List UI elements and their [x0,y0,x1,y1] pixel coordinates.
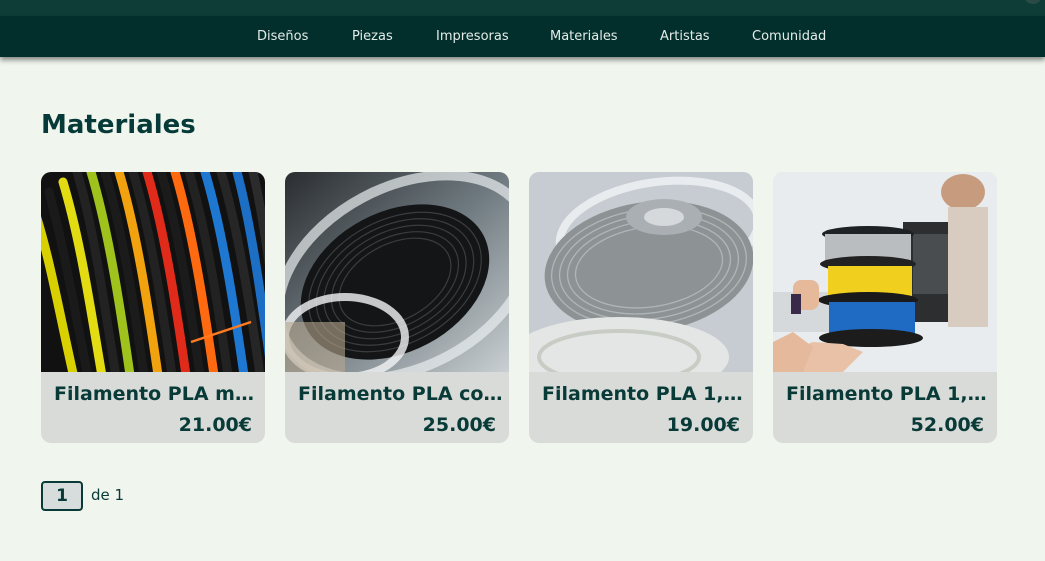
product-price: 52.00€ [910,414,984,436]
product-price: 25.00€ [422,414,496,436]
nav-item-artistas[interactable]: Artistas [660,16,710,57]
product-image-stacked-spools [773,172,997,372]
product-name[interactable]: Filamento PLA col... [298,383,503,405]
product-image-grey-filament [529,172,753,372]
product-image-multicolor-filament [41,172,265,372]
nav-item-comunidad[interactable]: Comunidad [752,16,826,57]
nav-item-impresoras[interactable]: Impresoras [436,16,509,57]
product-card[interactable]: Filamento PLA mu... 21.00€ [41,172,265,443]
page-title: Materiales [41,110,196,140]
product-price: 21.00€ [178,414,252,436]
current-page-input[interactable]: 1 [41,481,83,511]
nav-item-piezas[interactable]: Piezas [352,16,393,57]
main-nav: Diseños Piezas Impresoras Materiales Art… [0,16,1045,57]
top-strip [0,0,1045,16]
corner-indicator [1025,0,1041,4]
nav-item-disenos[interactable]: Diseños [257,16,308,57]
product-price: 19.00€ [666,414,740,436]
product-name[interactable]: Filamento PLA 1,7... [542,383,747,405]
page-total-label: de 1 [91,486,125,504]
product-name[interactable]: Filamento PLA 1,7... [786,383,991,405]
product-card[interactable]: Filamento PLA col... 25.00€ [285,172,509,443]
product-name[interactable]: Filamento PLA mu... [54,383,259,405]
product-card[interactable]: Filamento PLA 1,7... 52.00€ [773,172,997,443]
product-card[interactable]: Filamento PLA 1,7... 19.00€ [529,172,753,443]
nav-item-materiales[interactable]: Materiales [550,16,618,57]
product-image-black-filament [285,172,509,372]
